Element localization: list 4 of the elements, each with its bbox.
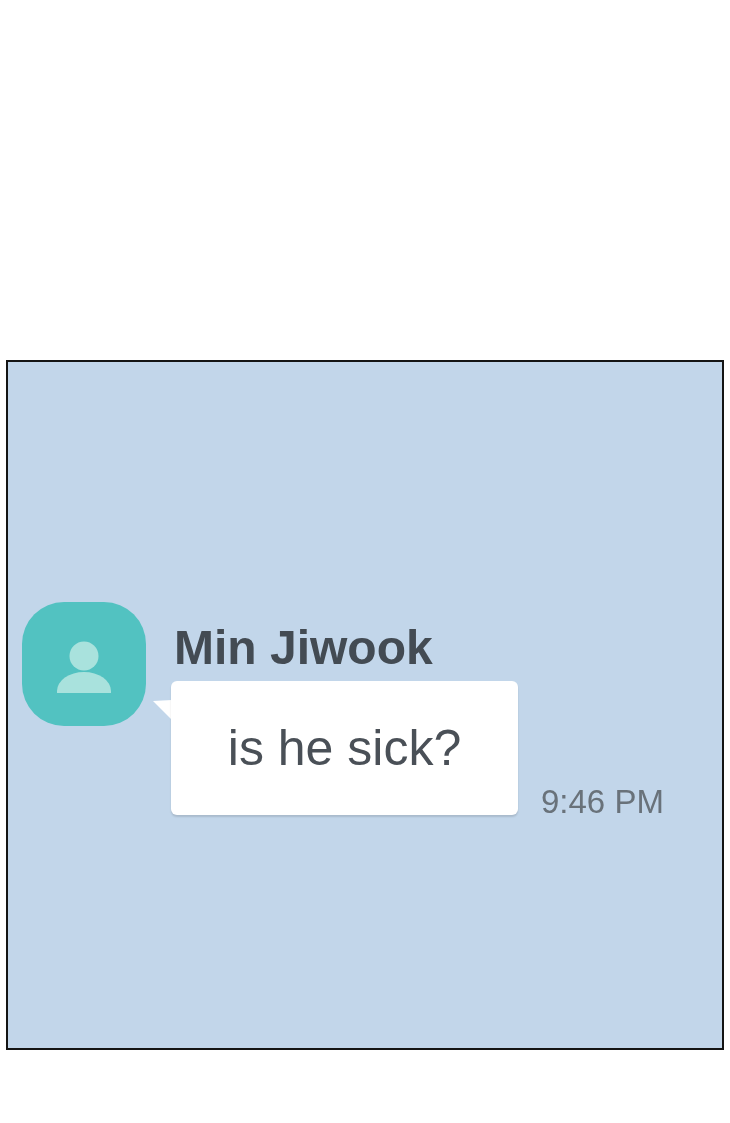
avatar-icon [22,602,146,726]
message-text: is he sick? [227,723,462,773]
message-time: 9:46 PM [541,785,664,818]
sender-name: Min Jiwook [174,624,433,672]
